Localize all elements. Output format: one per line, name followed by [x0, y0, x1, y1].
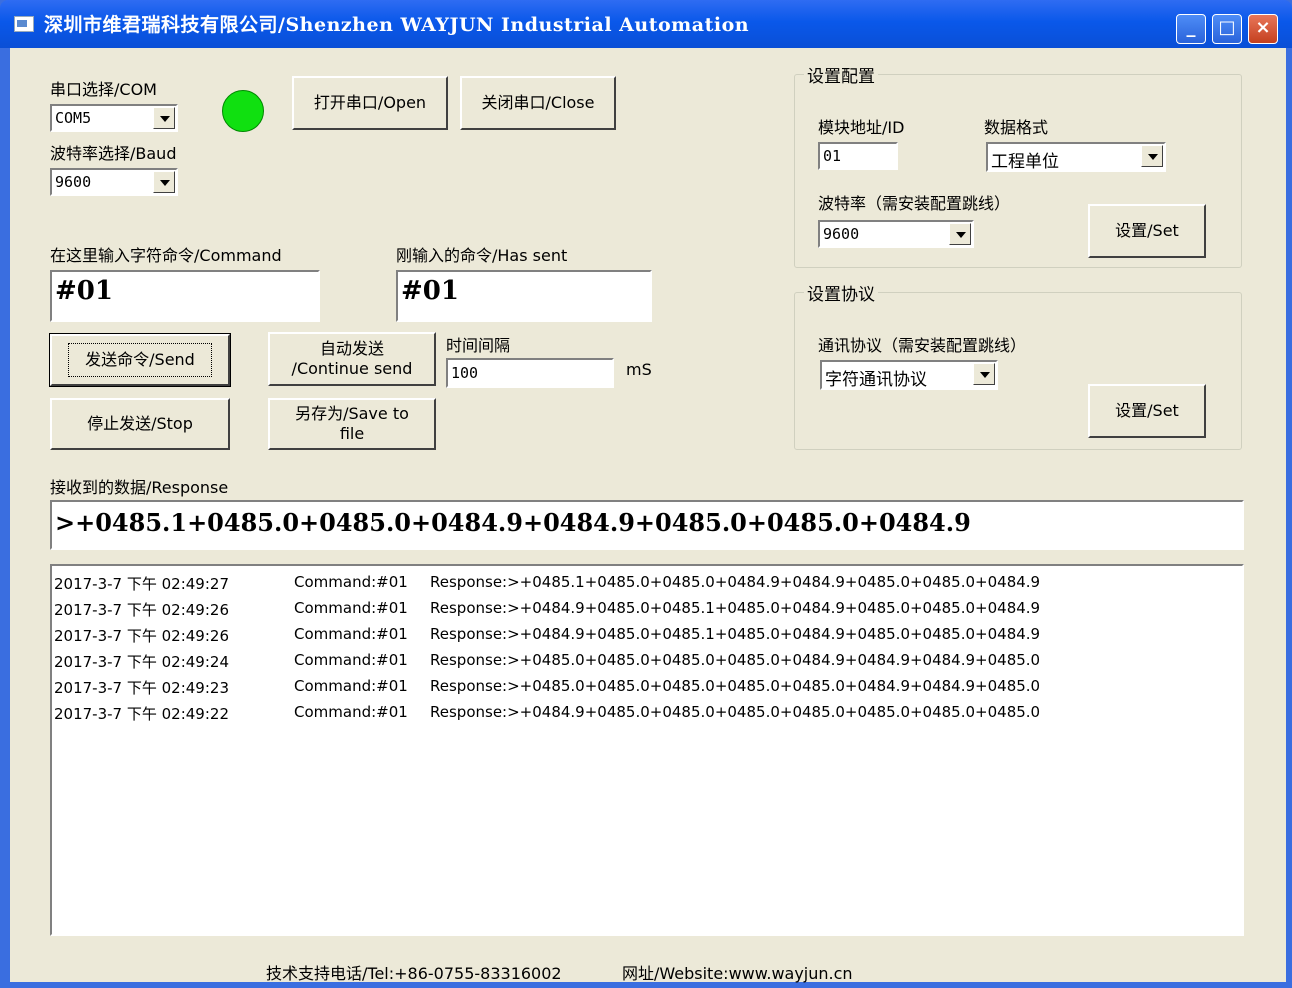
log-response: Response:>+0485.0+0485.0+0485.0+0485.0+0… — [430, 677, 1041, 695]
chevron-down-icon[interactable] — [949, 223, 971, 245]
log-command: Command:#01 — [294, 703, 408, 721]
protocol-select[interactable]: 字符通讯协议 — [820, 360, 998, 390]
protocol-group-title: 设置协议 — [804, 280, 878, 305]
config-set-button[interactable]: 设置/Set — [1088, 204, 1206, 258]
config-baud-select[interactable]: 9600 — [818, 220, 974, 248]
log-command: Command:#01 — [294, 677, 408, 695]
interval-unit: mS — [626, 360, 652, 379]
log-time: 2017-3-7 下午 02:49:26 — [54, 601, 229, 619]
config-group-title: 设置配置 — [804, 62, 878, 87]
title-bar[interactable]: 深圳市维君瑞科技有限公司/Shenzhen WAYJUN Industrial … — [0, 0, 1292, 48]
log-time: 2017-3-7 下午 02:49:26 — [54, 627, 229, 645]
log-response: Response:>+0485.0+0485.0+0485.0+0485.0+0… — [430, 651, 1041, 669]
protocol-value: 字符通讯协议 — [825, 370, 927, 390]
save-label-line1: 另存为/Save to — [295, 404, 409, 423]
command-input-label: 在这里输入字符命令/Command — [50, 246, 282, 265]
log-time: 2017-3-7 下午 02:49:23 — [54, 679, 229, 697]
command-input-value: #01 — [55, 276, 113, 306]
interval-label: 时间间隔 — [446, 336, 511, 355]
log-command: Command:#01 — [294, 651, 408, 669]
minimize-button[interactable]: _ — [1176, 14, 1206, 44]
module-id-input[interactable]: 01 — [818, 142, 898, 170]
window-title: 深圳市维君瑞科技有限公司/Shenzhen WAYJUN Industrial … — [44, 14, 750, 36]
maximize-button[interactable]: □ — [1212, 14, 1242, 44]
port-select[interactable]: COM5 — [50, 104, 178, 132]
interval-input[interactable]: 100 — [446, 358, 614, 388]
command-input[interactable]: #01 — [50, 270, 320, 322]
log-command: Command:#01 — [294, 599, 408, 617]
log-response: Response:>+0484.9+0485.0+0485.1+0485.0+0… — [430, 599, 1041, 617]
log-response: Response:>+0484.9+0485.0+0485.1+0485.0+0… — [430, 625, 1041, 643]
stop-send-button[interactable]: 停止发送/Stop — [50, 398, 230, 450]
log-time: 2017-3-7 下午 02:49:27 — [54, 575, 229, 593]
data-format-select[interactable]: 工程单位 — [986, 142, 1166, 172]
protocol-set-button[interactable]: 设置/Set — [1088, 384, 1206, 438]
response-label: 接收到的数据/Response — [50, 478, 229, 497]
history-log[interactable]: 2017-3-7 下午 02:49:27 Command:#01 Respons… — [50, 564, 1244, 936]
close-window-button[interactable]: × — [1248, 14, 1278, 44]
app-icon[interactable] — [14, 16, 34, 32]
client-area: 串口选择/COM COM5 波特率选择/Baud 9600 打开串口/Open … — [10, 48, 1286, 983]
connection-status-indicator — [222, 90, 264, 132]
log-command: Command:#01 — [294, 625, 408, 643]
open-port-button[interactable]: 打开串口/Open — [292, 76, 448, 130]
save-to-file-button[interactable]: 另存为/Save to file — [268, 398, 436, 450]
send-command-label: 发送命令/Send — [68, 343, 212, 377]
chevron-down-icon[interactable] — [1141, 145, 1163, 167]
log-response: Response:>+0485.1+0485.0+0485.0+0484.9+0… — [430, 573, 1041, 591]
continue-send-button[interactable]: 自动发送 /Continue send — [268, 332, 436, 386]
log-response: Response:>+0484.9+0485.0+0485.0+0485.0+0… — [430, 703, 1041, 721]
save-label-line2: file — [339, 424, 365, 443]
sent-command-label: 刚输入的命令/Has sent — [396, 246, 568, 265]
module-id-label: 模块地址/ID — [818, 118, 905, 137]
response-field[interactable]: >+0485.1+0485.0+0485.0+0484.9+0484.9+048… — [50, 500, 1244, 550]
response-value: >+0485.1+0485.0+0485.0+0484.9+0484.9+048… — [55, 508, 971, 537]
chevron-down-icon[interactable] — [973, 363, 995, 385]
close-port-button[interactable]: 关闭串口/Close — [460, 76, 616, 130]
protocol-label: 通讯协议（需安装配置跳线） — [818, 336, 1027, 355]
footer-tel: 技术支持电话/Tel:+86-0755-83316002 — [266, 964, 562, 983]
baud-select[interactable]: 9600 — [50, 168, 178, 196]
continue-send-label-line1: 自动发送 — [319, 339, 384, 358]
config-baud-label: 波特率（需安装配置跳线） — [818, 194, 1011, 213]
send-command-button[interactable]: 发送命令/Send — [49, 333, 231, 387]
sent-command-field[interactable]: #01 — [396, 270, 652, 322]
app-window: 深圳市维君瑞科技有限公司/Shenzhen WAYJUN Industrial … — [0, 0, 1292, 988]
sent-command-value: #01 — [401, 276, 459, 306]
chevron-down-icon[interactable] — [153, 107, 175, 129]
config-baud-value: 9600 — [823, 225, 860, 243]
baud-label: 波特率选择/Baud — [50, 144, 177, 163]
log-time: 2017-3-7 下午 02:49:24 — [54, 653, 229, 671]
log-command: Command:#01 — [294, 573, 408, 591]
port-value: COM5 — [55, 109, 92, 127]
data-format-value: 工程单位 — [991, 152, 1059, 172]
chevron-down-icon[interactable] — [153, 171, 175, 193]
module-id-value: 01 — [823, 147, 842, 165]
port-label: 串口选择/COM — [50, 80, 157, 99]
log-time: 2017-3-7 下午 02:49:22 — [54, 705, 229, 723]
footer-website: 网址/Website:www.wayjun.cn — [622, 964, 853, 983]
baud-value: 9600 — [55, 173, 92, 191]
continue-send-label-line2: /Continue send — [291, 359, 413, 378]
data-format-label: 数据格式 — [984, 118, 1049, 137]
interval-value: 100 — [451, 364, 479, 382]
